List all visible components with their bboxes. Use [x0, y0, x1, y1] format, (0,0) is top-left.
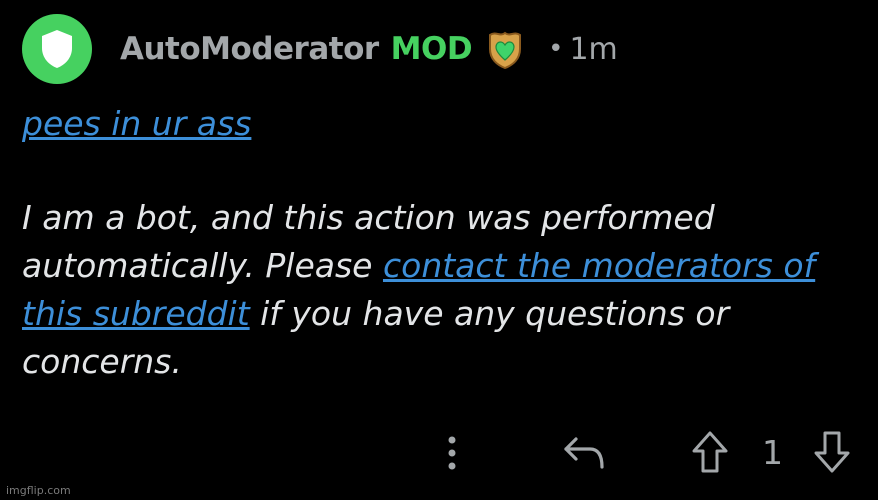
heart-shield-icon — [486, 29, 524, 70]
meta-separator: • — [548, 34, 564, 64]
shield-icon — [42, 30, 72, 68]
first-line-link[interactable]: pees in ur ass — [22, 104, 251, 143]
mod-badge: MOD — [390, 31, 473, 67]
reply-arrow-icon — [564, 437, 604, 469]
vote-score: 1 — [762, 433, 783, 472]
upvote-button[interactable] — [690, 429, 730, 475]
comment-header: AutoModerator MOD • 1m — [22, 14, 618, 84]
bot-disclaimer: I am a bot, and this action was performe… — [22, 194, 862, 386]
reply-button[interactable] — [560, 431, 608, 475]
author-username[interactable]: AutoModerator — [120, 31, 379, 67]
downvote-arrow-icon — [814, 431, 850, 473]
more-options-button[interactable] — [438, 433, 466, 473]
author-avatar[interactable] — [22, 14, 92, 84]
watermark: imgflip.com — [6, 484, 71, 497]
comment-actions: 1 — [0, 425, 878, 481]
upvote-arrow-icon — [692, 431, 728, 473]
more-vertical-icon — [448, 436, 456, 470]
comment-timestamp: 1m — [569, 31, 618, 67]
comment: AutoModerator MOD • 1m pees in ur ass I … — [0, 0, 878, 500]
downvote-button[interactable] — [812, 429, 852, 475]
comment-body: pees in ur ass I am a bot, and this acti… — [22, 100, 862, 386]
